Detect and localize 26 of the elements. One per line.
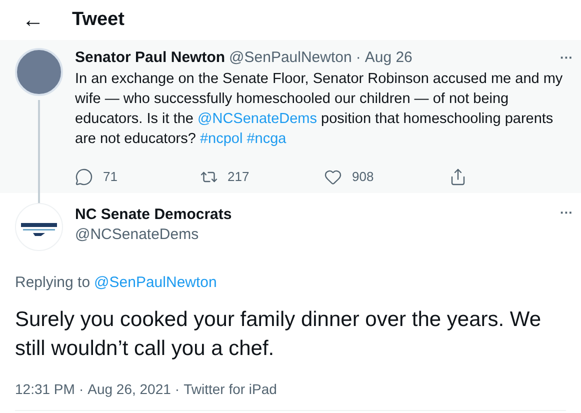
- action-count: 908: [352, 168, 374, 186]
- share-icon[interactable]: [448, 168, 466, 186]
- author-handle[interactable]: @NCSenateDems: [75, 225, 232, 245]
- action-count: 217: [228, 168, 250, 186]
- tweet-date[interactable]: Aug 26, 2021: [88, 379, 171, 400]
- logo-avatar-icon[interactable]: [15, 203, 63, 251]
- like-icon[interactable]: [324, 168, 342, 186]
- author-name[interactable]: NC Senate Democrats: [75, 205, 232, 225]
- more-button[interactable]: ···: [560, 203, 573, 222]
- more-button[interactable]: ···: [560, 48, 573, 68]
- page-title: Tweet: [72, 8, 124, 32]
- reply-icon[interactable]: [75, 168, 93, 186]
- tweet-text: In an exchange on the Senate Floor, Senator Robinson accused me and my wife — who successfully homeschooled our children — of not being educators. Is it the @NCSenateDems position that homeschooling parents are not educators? #ncpol #ncga: [75, 70, 564, 149]
- dot-separator: ·: [174, 380, 180, 399]
- dot-separator: ·: [356, 48, 361, 68]
- tweet-date[interactable]: Aug 26: [364, 48, 412, 68]
- tweet-source[interactable]: Twitter for iPad: [184, 379, 277, 400]
- tweet-time[interactable]: 12:31 PM: [15, 379, 75, 400]
- author-handle[interactable]: @SenPaulNewton: [229, 48, 352, 68]
- action-count: 71: [103, 168, 118, 186]
- author-name[interactable]: Senator Paul Newton: [75, 48, 226, 68]
- back-button[interactable]: ←: [20, 9, 46, 31]
- replying-label: Replying to: [15, 274, 90, 291]
- dot-separator: ·: [78, 380, 84, 399]
- reply-text: Surely you cooked your family dinner over the years. We still wouldn’t call you a chef.: [15, 307, 542, 362]
- avatar-photo[interactable]: [15, 48, 63, 96]
